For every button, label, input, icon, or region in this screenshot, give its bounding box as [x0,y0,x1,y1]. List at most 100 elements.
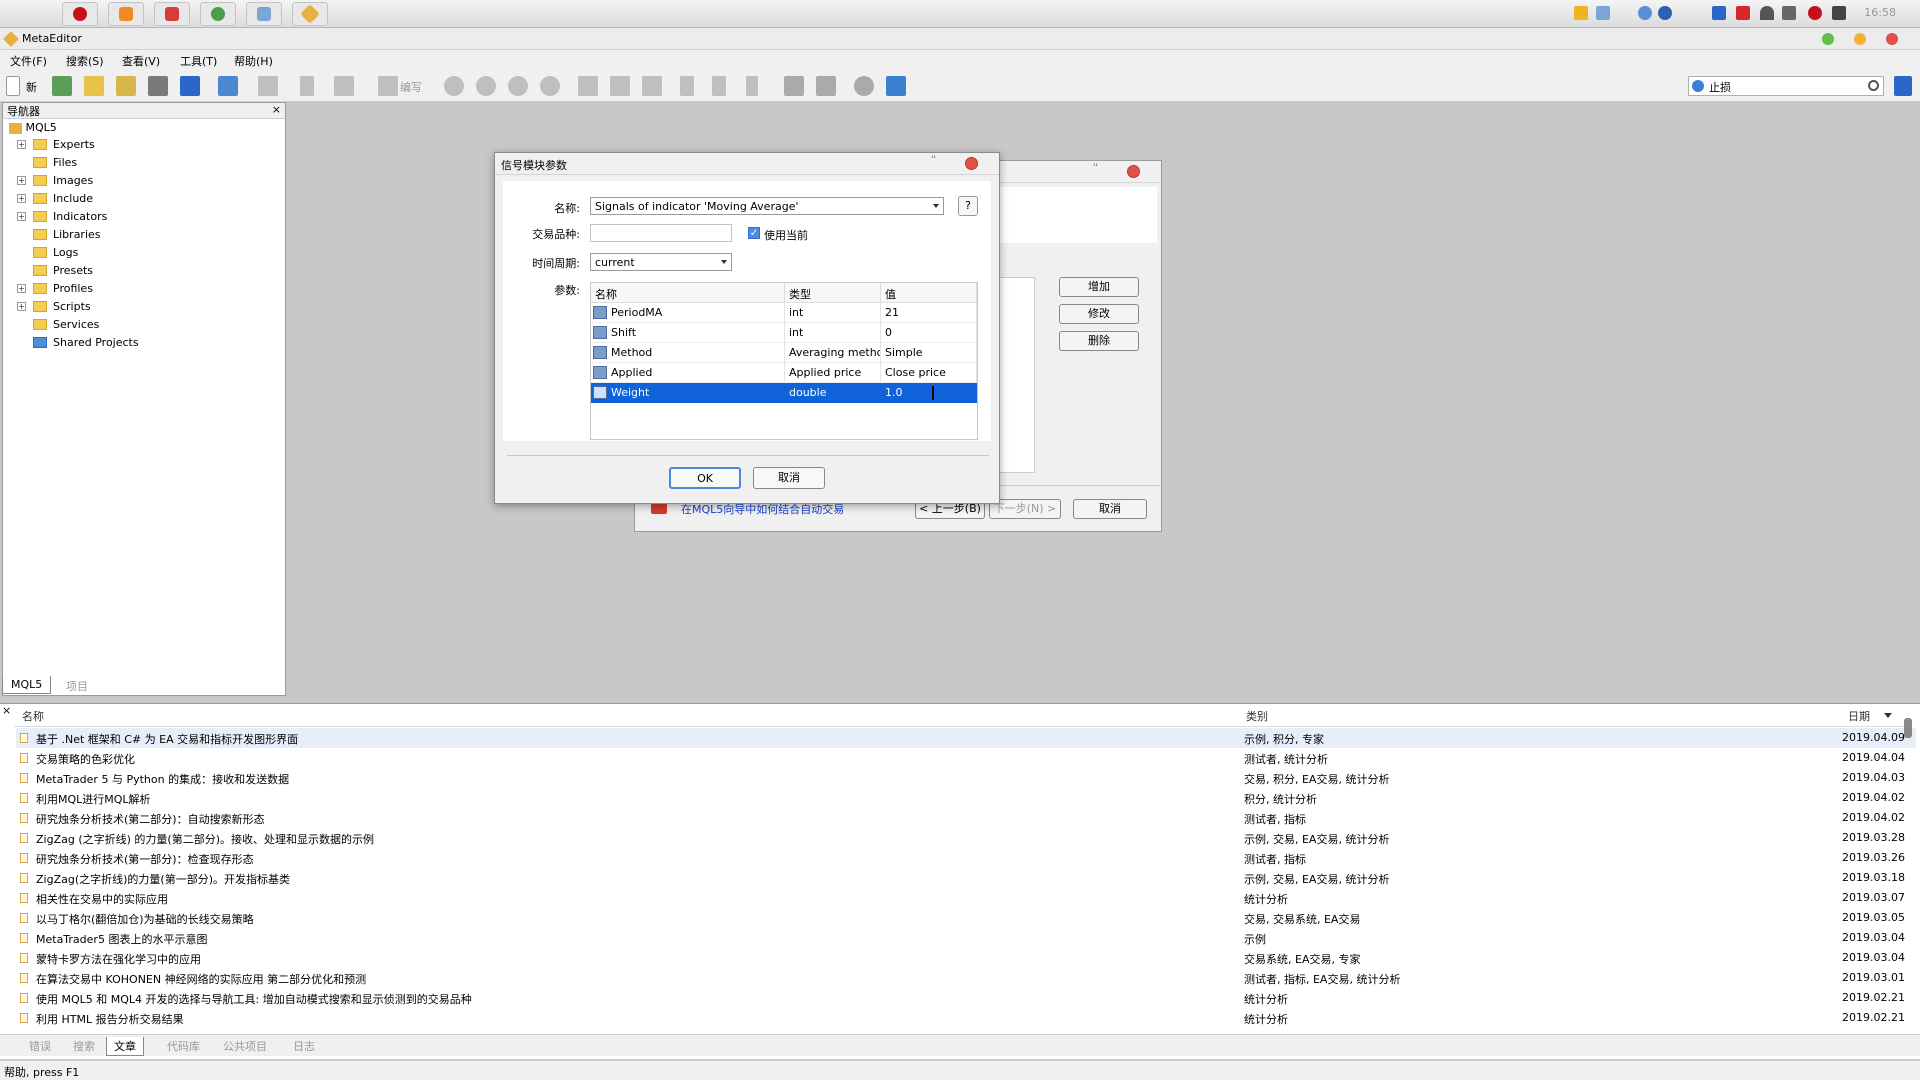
expand-icon[interactable]: + [17,176,26,185]
period-combobox[interactable]: current [590,253,732,271]
open-folder-icon[interactable] [84,76,104,96]
step-over-icon[interactable] [610,76,630,96]
menu-file[interactable]: 文件(F) [10,53,47,69]
wizard-modify-button[interactable]: 修改 [1059,304,1139,324]
layout-icon[interactable] [218,76,238,96]
article-row[interactable]: 交易策略的色彩优化 测试者, 统计分析 2019.04.04 [16,748,1916,768]
sort-desc-icon[interactable] [1884,713,1892,718]
menu-view[interactable]: 查看(V) [122,53,160,69]
param-name-cell[interactable]: Method [591,343,785,363]
help-button[interactable]: ? [958,196,978,216]
tray-help-icon[interactable] [1658,6,1672,20]
start-icon[interactable] [476,76,496,96]
close-window-button[interactable] [1886,33,1898,45]
toolbox-close-icon[interactable]: × [2,704,11,717]
dialog-cancel-button[interactable]: 取消 [753,467,825,489]
param-value-cell[interactable]: 0 [881,323,977,343]
navigator-tab[interactable]: MQL5 [2,676,52,694]
grid-header-type[interactable]: 类型 [785,283,881,303]
toolbox-tab[interactable]: 搜索 [66,1037,102,1055]
param-type-cell[interactable]: int [785,303,881,323]
community-icon[interactable] [1894,76,1912,96]
tree-item[interactable]: + Scripts [17,299,277,315]
wizard-add-button[interactable]: 增加 [1059,277,1139,297]
presentation-app-icon[interactable] [108,2,144,26]
param-type-cell[interactable]: Applied price [785,363,881,383]
tree-root-mql5[interactable]: MQL5 [9,121,57,134]
article-row[interactable]: 以马丁格尔(翻倍加仓)为基础的长线交易策略 交易, 交易系统, EA交易 2019.… [16,908,1916,928]
new-mql5-icon[interactable] [52,76,72,96]
profile-icon[interactable] [816,76,836,96]
menu-search[interactable]: 搜索(S) [66,53,104,69]
save-icon[interactable] [148,76,168,96]
article-row[interactable]: 研究烛条分析技术(第二部分)：自动搜索新形态 测试者, 指标 2019.04.02 [16,808,1916,828]
param-row[interactable]: PeriodMA int 21 [591,303,977,323]
copy-icon[interactable] [784,76,804,96]
tree-item[interactable]: + Profiles [17,281,277,297]
tree-item[interactable]: + Experts [17,137,277,153]
use-current-checkbox[interactable]: ✓ [748,227,760,239]
compile-label[interactable]: 编写 [400,79,422,95]
toolbox-tab[interactable]: 代码库 [160,1037,207,1055]
param-value-cell[interactable]: 21 [881,303,977,323]
param-type-cell[interactable]: double [785,383,881,403]
dialog-close-button[interactable] [965,157,978,170]
search-options-icon[interactable] [1692,80,1704,92]
wizard-cancel-button[interactable]: 取消 [1073,499,1147,519]
navigator-close-icon[interactable]: × [272,103,281,116]
minimize-button[interactable] [1854,33,1866,45]
bookmark-icon[interactable] [334,76,354,96]
debug-real-icon[interactable] [444,76,464,96]
record-tray-icon[interactable] [1808,6,1822,20]
search-icon[interactable] [1868,80,1879,91]
expand-icon[interactable]: + [17,212,26,221]
stop-profiling-icon[interactable] [746,76,758,96]
navigator-tab[interactable]: 项目 [58,676,96,694]
param-value-cell[interactable]: Close price [881,363,977,383]
param-name-cell[interactable]: Weight [591,383,785,403]
tree-item[interactable]: Shared Projects [17,335,277,351]
wizard-delete-button[interactable]: 删除 [1059,331,1139,351]
save-all-icon[interactable] [180,76,200,96]
step-into-icon[interactable] [578,76,598,96]
ok-button[interactable]: OK [669,467,741,489]
tree-item[interactable]: Files [17,155,277,171]
chrome-app-icon[interactable] [200,2,236,26]
open-project-icon[interactable] [116,76,136,96]
scrollbar-thumb[interactable] [1904,718,1912,738]
tree-item[interactable]: Presets [17,263,277,279]
tree-item[interactable]: + Indicators [17,209,277,225]
tree-item[interactable]: Logs [17,245,277,261]
search-input[interactable] [1709,79,1859,94]
tree-item[interactable]: + Images [17,173,277,189]
step-out-icon[interactable] [642,76,662,96]
param-type-cell[interactable]: int [785,323,881,343]
tray-cloud-icon[interactable] [1712,6,1726,20]
article-row[interactable]: ZigZag (之字折线) 的力量(第二部分)。接收、处理和显示数据的示例 示例,… [16,828,1916,848]
article-row[interactable]: 利用 HTML 报告分析交易结果 统计分析 2019.02.21 [16,1008,1916,1028]
finder-app-icon[interactable] [246,2,282,26]
article-row[interactable]: 利用MQL进行MQL解析 积分, 统计分析 2019.04.02 [16,788,1916,808]
article-row[interactable]: MetaTrader 5 与 Python 的集成：接收和发送数据 交易, 积分,… [16,768,1916,788]
expand-icon[interactable]: + [17,284,26,293]
stop-icon[interactable] [540,76,560,96]
param-row[interactable]: Method Averaging method Simple [591,343,977,363]
col-header-category[interactable]: 类别 [1246,708,1268,726]
toolbox-tab[interactable]: 公共项目 [216,1037,274,1055]
param-row[interactable]: Shift int 0 [591,323,977,343]
expand-icon[interactable]: + [17,194,26,203]
volume-icon[interactable] [1832,6,1846,20]
wizard-close-button[interactable] [1127,165,1140,178]
param-row[interactable]: Applied Applied price Close price [591,363,977,383]
remove-breakpoints-icon[interactable] [712,76,726,96]
toggle-breakpoint-icon[interactable] [680,76,694,96]
tree-item[interactable]: + Include [17,191,277,207]
search-box[interactable] [1688,76,1884,96]
maximize-button[interactable] [1822,33,1834,45]
col-header-name[interactable]: 名称 [22,708,44,726]
styler-icon[interactable] [300,76,314,96]
new-file-icon[interactable] [6,76,20,96]
tester-icon[interactable] [854,76,874,96]
grid-header-value[interactable]: 值 [881,283,977,303]
article-row[interactable]: 研究烛条分析技术(第一部分)：检查现存形态 测试者, 指标 2019.03.26 [16,848,1916,868]
